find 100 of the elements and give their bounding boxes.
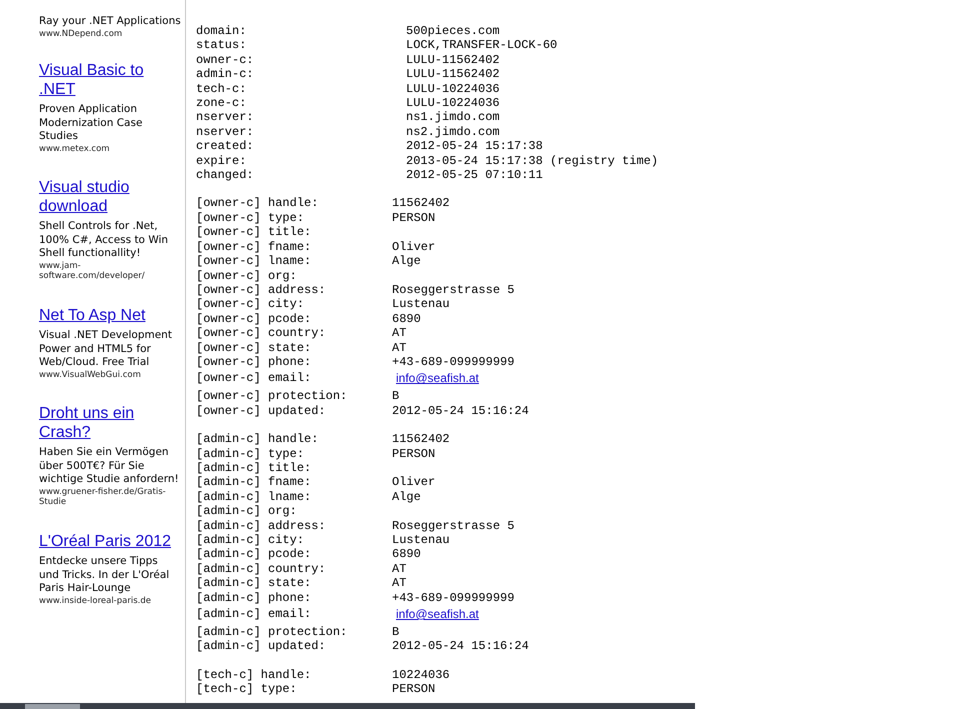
field-label: owner-c: [196, 52, 255, 68]
field-label: [admin-c] pcode: [196, 547, 312, 562]
field-value: +43-689-099999999 [392, 590, 514, 606]
ad-text: Proven Application Modernization Case Studies [39, 103, 144, 144]
ad-title-link[interactable]: Droht uns ein Crash? [39, 405, 181, 442]
horizontal-scrollbar[interactable] [0, 703, 695, 709]
field-value: Lustenau [392, 297, 450, 312]
field-label: [owner-c] lname: [196, 254, 312, 268]
field-label: [owner-c] phone: [196, 354, 312, 370]
ad-url: www.metex.com [39, 144, 111, 154]
field-value: Oliver [392, 475, 436, 490]
email-link[interactable]: info@seafish.at [394, 369, 481, 388]
ad-title-link[interactable]: Visual Basic to .NET [39, 62, 181, 99]
ad-url: www.jam-software.com/developer/ [39, 260, 146, 282]
field-value: +43-689-099999999 [392, 354, 514, 370]
field-value: LULU-11562402 [406, 52, 500, 68]
field-value: Roseggerstrasse 5 [392, 282, 514, 298]
field-label: [owner-c] city: [196, 297, 306, 312]
field-value: 6890 [392, 312, 421, 326]
field-label: [admin-c] country: [196, 562, 327, 576]
field-value: 11562402 [392, 196, 450, 211]
field-value: LOCK,TRANSFER-LOCK-60 [406, 38, 558, 53]
field-value: 11562402 [392, 432, 450, 447]
field-label: [owner-c] country: [196, 326, 327, 341]
field-value: ns2.jimdo.com [406, 124, 500, 140]
field-value: 10224036 [392, 668, 450, 682]
ad-title-link[interactable]: L'Oréal Paris 2012 [39, 532, 181, 551]
field-label: [admin-c] fname: [196, 475, 312, 490]
ad-text: Haben Sie ein Vermögen über 500T€? Für Sie wichtige Studie anfordern! [39, 446, 180, 486]
field-label: [admin-c] protection: [196, 625, 348, 640]
field-label: [admin-c] phone: [196, 590, 312, 606]
field-label: [owner-c] title: [196, 225, 312, 240]
field-value: AT [392, 562, 406, 576]
field-value: 6890 [392, 547, 421, 562]
field-label: created: [196, 139, 255, 154]
ad-url: www.VisualWebGui.com [39, 370, 142, 380]
field-value: PERSON [392, 210, 436, 226]
field-label: [admin-c] address: [196, 518, 327, 533]
field-value: LULU-10224036 [406, 82, 500, 96]
email-link[interactable]: info@seafish.at [394, 605, 481, 624]
ad-title-link[interactable]: Net To Asp Net [39, 306, 181, 325]
ad-url: www.gruener-fisher.de/Gratis-Studie [39, 486, 167, 508]
ad-url: www.inside-loreal-paris.de [39, 596, 152, 606]
field-label: [owner-c] pcode: [196, 312, 312, 326]
field-label: status: [196, 38, 248, 53]
field-label: [tech-c] handle: [196, 668, 312, 682]
field-label: [admin-c] email: [196, 606, 312, 624]
field-value: PERSON [392, 446, 436, 461]
field-value: Roseggerstrasse 5 [392, 518, 514, 533]
ad-url: www.NDepend.com [39, 28, 124, 39]
field-label: nserver: [196, 124, 255, 140]
field-label: [admin-c] lname: [196, 490, 312, 504]
field-value: 2012-05-24 15:16:24 [392, 404, 529, 418]
ad-text: Ray your .NET Applications [39, 15, 181, 28]
field-label: [owner-c] fname: [196, 240, 312, 254]
ad-text: Visual .NET Development Power and HTML5 for Web/Cloud. Free Trial [39, 329, 173, 370]
field-label: [owner-c] address: [196, 282, 327, 298]
field-value: B [392, 625, 400, 640]
field-value: AT [392, 326, 406, 341]
field-label: domain: [196, 24, 248, 38]
field-value: LULU-10224036 [406, 96, 500, 110]
field-value: Alge [392, 490, 421, 504]
field-value: Lustenau [392, 533, 450, 548]
field-label: changed: [196, 168, 255, 182]
ad-title-link[interactable]: Visual studio download [39, 179, 181, 216]
field-label: [owner-c] org: [196, 268, 298, 283]
field-value: 500pieces.com [406, 24, 500, 38]
ad-text: Shell Controls for .Net, 100% C#, Access to Win Shell functionallity! [39, 220, 170, 260]
field-value: ns1.jimdo.com [406, 110, 500, 125]
field-value: LULU-11562402 [406, 67, 500, 82]
field-label: [owner-c] state: [196, 340, 312, 355]
field-label: [owner-c] updated: [196, 404, 327, 418]
field-value: Oliver [392, 240, 436, 254]
ad-text: Entdecke unsere Tipps und Tricks. In der L'Oréal Paris Hair-Lounge [39, 555, 170, 596]
field-label: [admin-c] city: [196, 533, 306, 548]
field-value: B [392, 389, 400, 404]
field-label: [owner-c] handle: [196, 196, 320, 211]
field-label: [admin-c] handle: [196, 432, 320, 447]
field-label: admin-c: [196, 67, 255, 82]
field-label: [tech-c] type: [196, 682, 298, 697]
field-value: 2012-05-25 07:10:11 [406, 168, 543, 182]
field-value: AT [392, 340, 406, 355]
field-label: nserver: [196, 110, 255, 125]
field-value: Alge [392, 254, 421, 268]
field-value: PERSON [392, 682, 436, 697]
field-label: [admin-c] state: [196, 576, 312, 591]
field-value: AT [392, 576, 406, 591]
field-label: [admin-c] title: [196, 460, 312, 476]
field-value: 2012-05-24 15:16:24 [392, 639, 529, 654]
field-label: zone-c: [196, 96, 248, 110]
field-label: [admin-c] org: [196, 504, 298, 519]
field-label: expire: [196, 154, 248, 168]
field-label: [owner-c] email: [196, 370, 312, 388]
field-value: 2012-05-24 15:17:38 [406, 139, 543, 154]
field-label: [owner-c] type: [196, 210, 306, 226]
field-label: [admin-c] updated: [196, 639, 327, 654]
field-label: tech-c: [196, 82, 248, 96]
field-label: [admin-c] type: [196, 446, 306, 461]
field-value: 2013-05-24 15:17:38 (registry time) [406, 154, 658, 168]
field-label: [owner-c] protection: [196, 389, 348, 404]
